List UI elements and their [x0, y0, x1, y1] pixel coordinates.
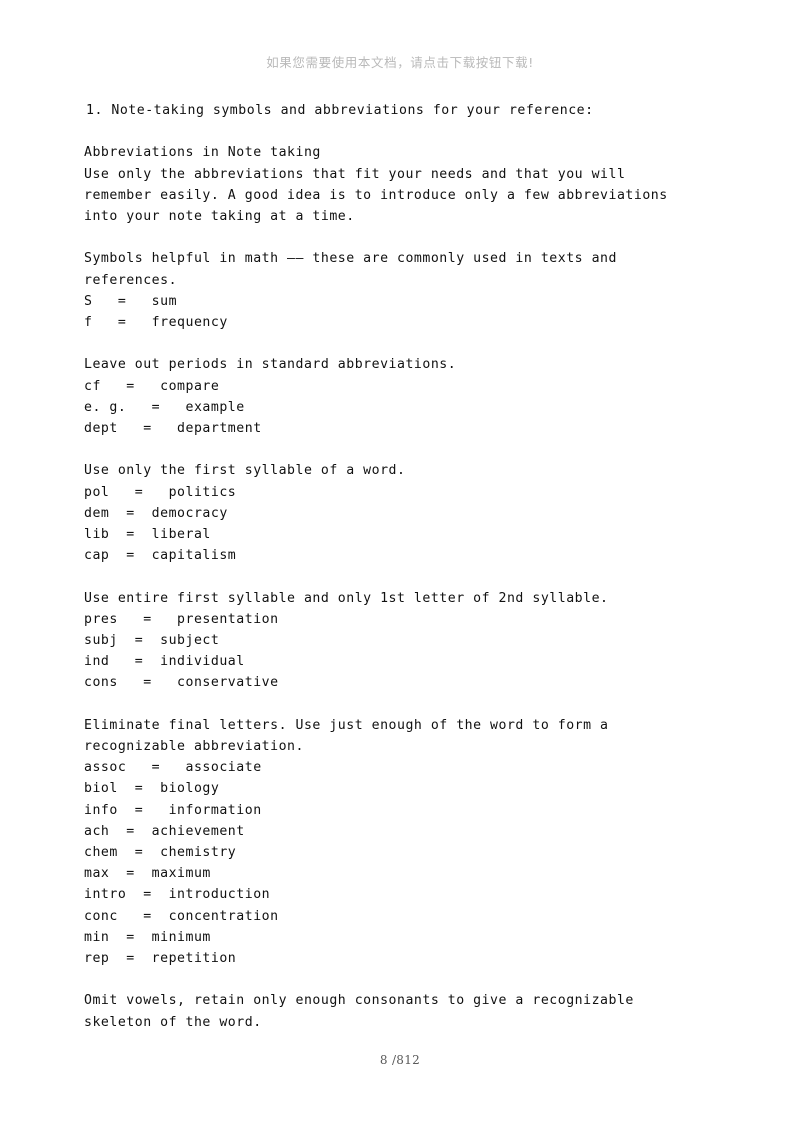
section-title-entire-syllable: Use entire first syllable and only 1st l… [84, 590, 609, 606]
paragraph-line: remember easily. A good idea is to intro… [84, 187, 668, 203]
abbreviation-row: max = maximum [84, 866, 211, 882]
paragraph-line: Use only the abbreviations that fit your… [84, 166, 626, 182]
abbreviation-row: e. g. = example [84, 399, 245, 415]
abbreviation-row: ind = individual [84, 654, 245, 670]
abbreviation-row: ach = achievement [84, 823, 245, 839]
abbreviation-row: rep = repetition [84, 951, 237, 967]
abbreviation-row: cap = capitalism [84, 548, 237, 564]
section-title-leave-out-periods: Leave out periods in standard abbreviati… [84, 357, 457, 373]
abbreviation-row: cons = conservative [84, 675, 279, 691]
abbreviation-row: min = minimum [84, 929, 211, 945]
abbreviation-row: lib = liberal [84, 527, 211, 542]
document-page: 如果您需要使用本文档，请点击下载按钮下载! 1. Note-taking sym… [0, 0, 800, 1132]
abbreviation-row: conc = concentration [84, 908, 279, 924]
abbreviation-row: f = frequency [84, 315, 228, 330]
download-notice-banner: 如果您需要使用本文档，请点击下载按钮下载! [266, 55, 534, 70]
document-text-body: 1. Note-taking symbols and abbreviations… [84, 100, 724, 1033]
page-footer: 8 /812 [0, 1049, 800, 1068]
abbreviation-row: pres = presentation [84, 611, 279, 627]
section-title-continuation: skeleton of the word. [84, 1014, 262, 1030]
abbreviation-row: info = information [84, 802, 262, 818]
abbreviation-row: pol = politics [84, 484, 237, 500]
page-number: 8 /812 [379, 1053, 421, 1067]
abbreviation-row: dept = department [84, 421, 262, 436]
section-title-continuation: recognizable abbreviation. [84, 739, 304, 754]
section-title-eliminate-letters: Eliminate final letters. Use just enough… [84, 717, 609, 733]
document-heading: 1. Note-taking symbols and abbreviations… [86, 103, 594, 118]
section-title-abbreviations: Abbreviations in Note taking [84, 145, 321, 161]
abbreviation-row: chem = chemistry [84, 845, 237, 861]
abbreviation-row: intro = introduction [84, 887, 271, 903]
section-title-math-symbols: Symbols helpful in math —— these are com… [84, 251, 617, 267]
section-title-omit-vowels: Omit vowels, retain only enough consonan… [84, 993, 634, 1009]
paragraph-line: into your note taking at a time. [84, 209, 355, 224]
abbreviation-row: subj = subject [84, 633, 220, 648]
abbreviation-row: biol = biology [84, 781, 220, 797]
abbreviation-row: dem = democracy [84, 505, 228, 521]
section-title-first-syllable: Use only the first syllable of a word. [84, 463, 406, 479]
abbreviation-row: cf = compare [84, 378, 220, 394]
abbreviation-row: S = sum [84, 293, 178, 309]
section-title-continuation: references. [84, 272, 178, 288]
abbreviation-row: assoc = associate [84, 760, 262, 776]
